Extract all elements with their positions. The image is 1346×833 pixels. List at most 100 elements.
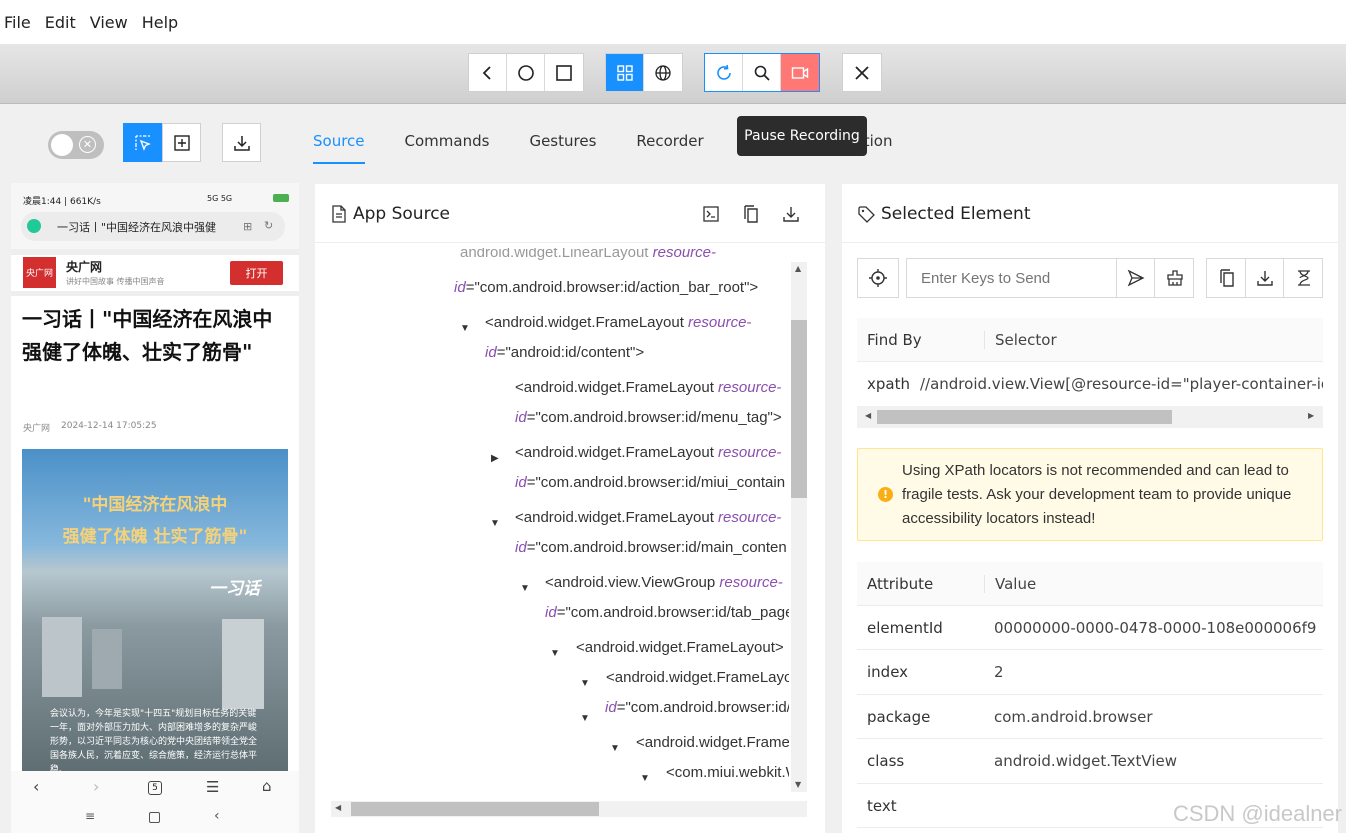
caret-down-icon[interactable]: ▼ bbox=[610, 734, 620, 764]
mode-toggle[interactable]: ✕ bbox=[48, 131, 104, 159]
search-button[interactable] bbox=[743, 54, 781, 91]
phone-url-text: 一习话丨"中国经济在风浪中强健 bbox=[57, 221, 217, 234]
tab-recorder[interactable]: Recorder bbox=[636, 132, 703, 164]
table-row: package com.android.browser bbox=[857, 695, 1323, 739]
tap-element-button[interactable] bbox=[857, 258, 899, 298]
tree-line-5[interactable]: ="com.android.browser:id/menu_tag"> bbox=[527, 409, 782, 426]
phone-forward-icon[interactable]: › bbox=[93, 777, 99, 796]
vertical-scrollbar[interactable]: ▲ ▼ bbox=[791, 262, 807, 792]
copy-icon bbox=[1220, 269, 1234, 287]
caret-down-icon[interactable]: ▼ bbox=[550, 639, 560, 669]
caret-down-icon[interactable]: ▼ bbox=[580, 669, 590, 699]
toggle-attributes-button[interactable] bbox=[702, 205, 720, 227]
plus-square-icon bbox=[173, 134, 190, 151]
caret-down-icon[interactable]: ▼ bbox=[490, 509, 500, 539]
copy-source-button[interactable] bbox=[742, 205, 760, 227]
phone-menu-icon[interactable]: ☰ bbox=[206, 778, 219, 796]
phone-tabs-icon[interactable]: 5 bbox=[148, 781, 162, 795]
tree-line-15[interactable]: <android.widget.Frame bbox=[636, 734, 789, 751]
horizontal-scrollbar[interactable]: ◀ bbox=[331, 801, 807, 817]
tab-commands[interactable]: Commands bbox=[405, 132, 490, 164]
native-context-button[interactable] bbox=[606, 54, 644, 91]
hourglass-icon bbox=[1298, 270, 1310, 286]
menu-help[interactable]: Help bbox=[142, 13, 178, 32]
reload-icon: ↻ bbox=[264, 219, 274, 232]
tab-gestures[interactable]: Gestures bbox=[529, 132, 596, 164]
table-row: class android.widget.TextView bbox=[857, 739, 1323, 784]
source-tree[interactable]: android.widget.LinearLayout resource- id… bbox=[315, 248, 789, 796]
open-app-button[interactable]: 打开 bbox=[230, 261, 283, 285]
app-switch-button[interactable] bbox=[545, 54, 583, 91]
tree-line-9[interactable]: ="com.android.browser:id/main_conten bbox=[527, 539, 787, 556]
tree-line-6[interactable]: <android.widget.FrameLayout bbox=[515, 444, 718, 461]
tree-line-1[interactable]: ="com.android.browser:id/action_bar_root… bbox=[466, 279, 758, 296]
caret-down-icon[interactable]: ▼ bbox=[520, 574, 530, 604]
menu-edit[interactable]: Edit bbox=[45, 13, 76, 32]
download-element-button[interactable] bbox=[1245, 258, 1284, 298]
caret-right-icon[interactable]: ▶ bbox=[491, 444, 499, 474]
send-keys-button[interactable] bbox=[1116, 258, 1155, 298]
tree-line-14[interactable]: ="com.android.browser:id/ bbox=[617, 699, 789, 716]
phone-back-icon[interactable]: ‹ bbox=[33, 777, 39, 796]
quit-session-button[interactable] bbox=[843, 54, 881, 91]
download-screenshot-button[interactable] bbox=[222, 123, 261, 162]
select-elements-button[interactable] bbox=[123, 123, 162, 162]
tree-line-8[interactable]: <android.widget.FrameLayout bbox=[515, 509, 718, 526]
tree-line-10[interactable]: <android.view.ViewGroup bbox=[545, 574, 719, 591]
download-source-button[interactable] bbox=[782, 205, 800, 227]
tap-coordinates-button[interactable] bbox=[162, 123, 201, 162]
image-title-1: "中国经济在风浪中 bbox=[82, 495, 228, 515]
find-by-scrollbar[interactable]: ◀ ▶ bbox=[857, 406, 1323, 428]
menu-view[interactable]: View bbox=[90, 13, 128, 32]
warning-icon: ! bbox=[878, 487, 893, 502]
scrollbar-thumb[interactable] bbox=[791, 320, 807, 498]
tree-line-0[interactable]: android.widget.LinearLayout bbox=[460, 248, 653, 261]
site-logo: 央广网 bbox=[23, 257, 56, 288]
watermark: CSDN @idealner bbox=[1172, 801, 1342, 826]
find-by-scrollbar-thumb[interactable] bbox=[877, 410, 1172, 424]
article-video-player[interactable]: "中国经济在风浪中 强健了体魄 壮实了筋骨" 一习话 会议认为，今年是实现"十四… bbox=[22, 449, 288, 771]
tree-line-4[interactable]: <android.widget.FrameLayout bbox=[515, 379, 718, 396]
h-scrollbar-thumb[interactable] bbox=[351, 802, 599, 816]
phone-status-right: 5G 5G bbox=[207, 194, 233, 203]
refresh-button[interactable] bbox=[705, 54, 743, 91]
copy-attributes-button[interactable] bbox=[1206, 258, 1246, 298]
phone-home-icon[interactable]: ⌂ bbox=[262, 777, 272, 795]
close-icon bbox=[855, 65, 869, 80]
selected-element-title: Selected Element bbox=[881, 204, 1031, 224]
tree-line-7[interactable]: ="com.android.browser:id/miui_contain bbox=[527, 474, 785, 491]
web-context-button[interactable] bbox=[644, 54, 682, 91]
attribute-value: com.android.browser bbox=[994, 707, 1153, 726]
scroll-up-icon[interactable]: ▲ bbox=[795, 264, 801, 273]
tab-source[interactable]: Source bbox=[313, 132, 365, 164]
caret-down-icon[interactable]: ▼ bbox=[640, 764, 650, 794]
tree-line-2[interactable]: <android.widget.FrameLayout bbox=[485, 314, 688, 331]
menu-file[interactable]: File bbox=[4, 13, 31, 32]
device-screenshot[interactable]: 凌晨1:44 | 661K/s 5G 5G 一习话丨"中国经济在风浪中强健 ⊞ … bbox=[11, 183, 299, 833]
back-button[interactable] bbox=[469, 54, 507, 91]
tree-line-12[interactable]: <android.widget.FrameLayout> bbox=[576, 639, 784, 656]
clear-button[interactable] bbox=[1154, 258, 1194, 298]
tree-line-3[interactable]: ="android:id/content"> bbox=[497, 344, 644, 361]
scroll-left-icon[interactable]: ◀ bbox=[335, 803, 341, 812]
timing-button[interactable] bbox=[1283, 258, 1323, 298]
tree-line-11[interactable]: ="com.android.browser:id/tab_page bbox=[557, 604, 789, 621]
tree-line-16[interactable]: <com.miui.webkit.W bbox=[666, 764, 789, 781]
send-keys-input[interactable] bbox=[906, 258, 1117, 298]
scroll-left-icon[interactable]: ◀ bbox=[865, 411, 871, 420]
scroll-down-icon[interactable]: ▼ bbox=[795, 780, 801, 789]
phone-nav-back-icon[interactable]: ‹ bbox=[214, 808, 220, 824]
caret-down-icon[interactable]: ▼ bbox=[580, 704, 590, 734]
article-headline: 一习话丨"中国经济在风浪中强健了体魄、壮实了筋骨" bbox=[22, 307, 273, 364]
menu-bar: File Edit View Help bbox=[0, 0, 1346, 44]
home-button[interactable] bbox=[507, 54, 545, 91]
caret-down-icon[interactable]: ▼ bbox=[460, 314, 470, 344]
tree-line-13[interactable]: <android.widget.FrameLayo bbox=[606, 669, 789, 686]
tree-attr-10: resource- bbox=[719, 574, 783, 591]
scroll-right-icon[interactable]: ▶ bbox=[1308, 411, 1314, 420]
close-circle-icon: ✕ bbox=[79, 136, 96, 153]
pause-recording-button[interactable] bbox=[781, 54, 819, 91]
phone-nav-menu-icon[interactable]: ≡ bbox=[85, 809, 95, 823]
phone-nav-home-icon[interactable] bbox=[149, 812, 160, 823]
xpath-selector[interactable]: //android.view.View[@resource-id="player… bbox=[910, 375, 1323, 393]
